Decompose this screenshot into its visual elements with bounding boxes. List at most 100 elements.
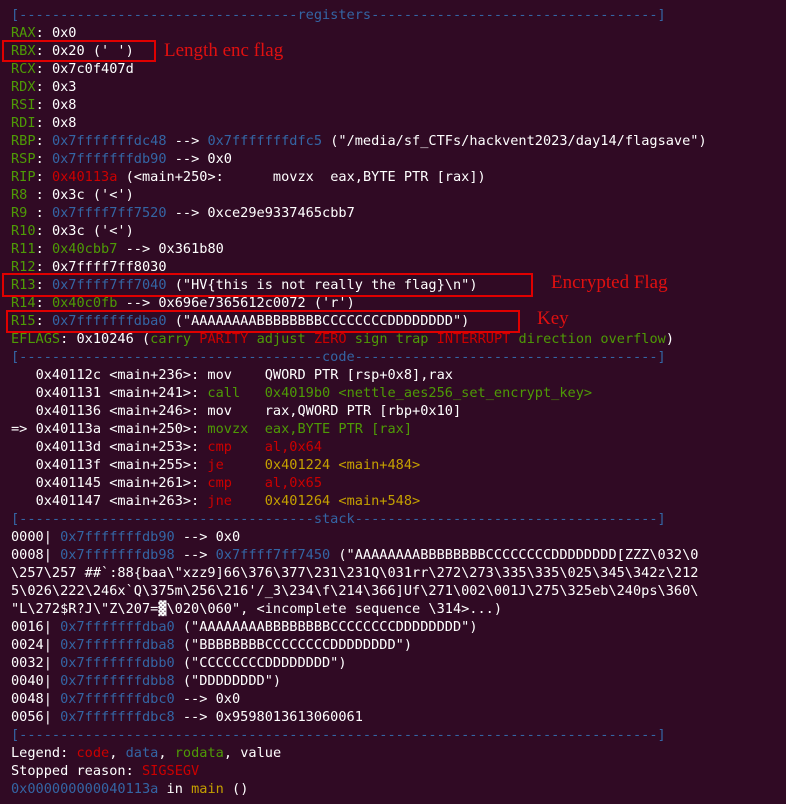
stack-value: --> 0x0 [174, 691, 241, 707]
flag-sign: sign [354, 331, 388, 347]
stack-address: 0x7fffffffdba0 [60, 619, 175, 635]
r15-highlight-box [6, 310, 520, 333]
location-address: 0x000000000040113a [11, 781, 159, 797]
legend-line: Legend: code, data, rodata, value [11, 744, 281, 762]
instruction-mnemonic: movzx [199, 421, 265, 437]
flag-interrupt: INTERRUPT [436, 331, 511, 347]
instruction-operands: al,0x65 [264, 475, 323, 491]
flags-open: ( [133, 331, 151, 347]
code-line: 0x40113d <main+253>: cmp al,0x64 [11, 438, 322, 456]
stack-continuation: \257\257 ##`:88{baa\"xzz9]66\376\377\231… [11, 565, 699, 581]
instruction-address: 0x401147 <main+263>: [35, 493, 200, 509]
register-value: --> 0xce29e9337465cbb7 [166, 205, 355, 221]
stack-address: 0x7fffffffdba8 [60, 637, 175, 653]
instruction-mnemonic: mov [199, 403, 265, 419]
register-value: --> 0x361b80 [117, 241, 224, 257]
register-name: RBP [11, 133, 36, 149]
register-value: 0x8 [51, 97, 77, 113]
stopped-reason-line: Stopped reason: SIGSEGV [11, 762, 199, 780]
footer-separator: [---------------------------------------… [11, 727, 666, 743]
instruction-address: 0x40113d <main+253>: [35, 439, 200, 455]
stack-line: 0056| 0x7fffffffdbc8 --> 0x9598013613060… [11, 708, 363, 726]
current-marker [11, 439, 36, 455]
stack-continuation: 5\026\222\246x`Q\375m\256\216'/_3\234\f\… [11, 583, 699, 599]
stack-line: 0016| 0x7fffffffdba0 ("AAAAAAAABBBBBBBBC… [11, 618, 478, 636]
instruction-mnemonic: mov [199, 367, 265, 383]
stack-offset: 0040| [11, 673, 61, 689]
code-address: 0x40113a [51, 169, 118, 185]
instruction-address: 0x401145 <main+261>: [35, 475, 200, 491]
stack-value: ("AAAAAAAABBBBBBBBCCCCCCCCDDDDDDDD") [174, 619, 478, 635]
stack-offset: 0008| [11, 547, 61, 563]
register-value: 0x3c ('<') [51, 187, 134, 203]
flag-overflow: overflow [600, 331, 666, 347]
stack-offset: 0032| [11, 655, 61, 671]
instruction-address: 0x40113a <main+250>: [35, 421, 200, 437]
location-in: in [158, 781, 192, 797]
instruction-mnemonic: je [199, 457, 265, 473]
legend-rodata: rodata [174, 745, 224, 761]
current-marker [11, 475, 36, 491]
register-r9-row: R9 : 0x7ffff7ff7520 --> 0xce29e9337465cb… [11, 205, 355, 221]
current-marker [11, 385, 36, 401]
code-line: 0x40112c <main+236>: mov QWORD PTR [rsp+… [11, 366, 453, 384]
register-rip-row: RIP: 0x40113a (<main+250>: movzx eax,BYT… [11, 169, 486, 185]
pointer-address: 0x7fffffffdfc5 [207, 133, 323, 149]
instruction-mnemonic: cmp [199, 439, 265, 455]
stack-line: 0000| 0x7fffffffdb90 --> 0x0 [11, 528, 240, 546]
pointer-address: 0x7ffff7ff7520 [51, 205, 167, 221]
register-name: RDI [11, 115, 36, 131]
stack-line: 0040| 0x7fffffffdbb8 ("DDDDDDDD") [11, 672, 281, 690]
code-line: 0x40113f <main+255>: je 0x401224 <main+4… [11, 456, 421, 474]
instruction-mnemonic: cmp [199, 475, 265, 491]
stack-value: ("DDDDDDDD") [174, 673, 282, 689]
register-name: RAX [11, 25, 36, 41]
stack-separator: [------------------------------------sta… [11, 511, 666, 527]
register-value: 0x3 [51, 79, 77, 95]
current-marker [11, 403, 36, 419]
code-address: 0x40cbb7 [51, 241, 118, 257]
register-name: RSP [11, 151, 36, 167]
register-r8-row: R8 : 0x3c ('<') [11, 187, 134, 203]
register-name: RDX [11, 79, 36, 95]
stack-address: 0x7fffffffdbc8 [60, 709, 175, 725]
register-name: EFLAGS [11, 331, 61, 347]
stack-line: 0048| 0x7fffffffdbc0 --> 0x0 [11, 690, 240, 708]
register-value: 0x8 [51, 115, 77, 131]
flags-close: ) [665, 331, 675, 347]
code-separator: [-------------------------------------co… [11, 349, 666, 365]
legend-code: code [76, 745, 110, 761]
register-name: RSI [11, 97, 36, 113]
stack-offset: 0056| [11, 709, 61, 725]
pointer-address: 0x7fffffffdb90 [51, 151, 167, 167]
instruction-address: 0x401136 <main+246>: [35, 403, 200, 419]
stack-address: 0x7fffffffdb90 [60, 529, 175, 545]
annotation-r15: Key [537, 308, 569, 329]
legend-label: Legend: [11, 745, 77, 761]
legend-data: data [125, 745, 159, 761]
flag-zero: ZERO [313, 331, 347, 347]
terminal-window[interactable]: [----------------------------------regis… [0, 0, 786, 804]
location-function: main [191, 781, 224, 797]
register-rsi-row: RSI: 0x8 [11, 97, 77, 113]
location-line: 0x000000000040113a in main () [11, 780, 248, 798]
register-value: 0x3c ('<') [51, 223, 134, 239]
flag-carry: carry [150, 331, 192, 347]
rbx-highlight-box [2, 40, 156, 62]
stack-value: ("CCCCCCCCDDDDDDDD") [174, 655, 347, 671]
flag-trap: trap [395, 331, 429, 347]
instruction-operands: QWORD PTR [rsp+0x8],rax [264, 367, 453, 383]
current-marker [11, 457, 36, 473]
stack-address: 0x7fffffffdb98 [60, 547, 175, 563]
register-r10-row: R10: 0x3c ('<') [11, 223, 134, 239]
register-rdi-row: RDI: 0x8 [11, 115, 77, 131]
pointer-address: 0x7fffffffdc48 [51, 133, 167, 149]
register-rdx-row: RDX: 0x3 [11, 79, 77, 95]
flag-direction: direction [518, 331, 593, 347]
instruction-operands: eax,BYTE PTR [rax] [264, 421, 413, 437]
stack-line: 0024| 0x7fffffffdba8 ("BBBBBBBBCCCCCCCCD… [11, 636, 412, 654]
stack-address: 0x7fffffffdbb8 [60, 673, 175, 689]
stack-offset: 0000| [11, 529, 61, 545]
flag-parity: PARITY [199, 331, 249, 347]
stack-offset: 0016| [11, 619, 61, 635]
